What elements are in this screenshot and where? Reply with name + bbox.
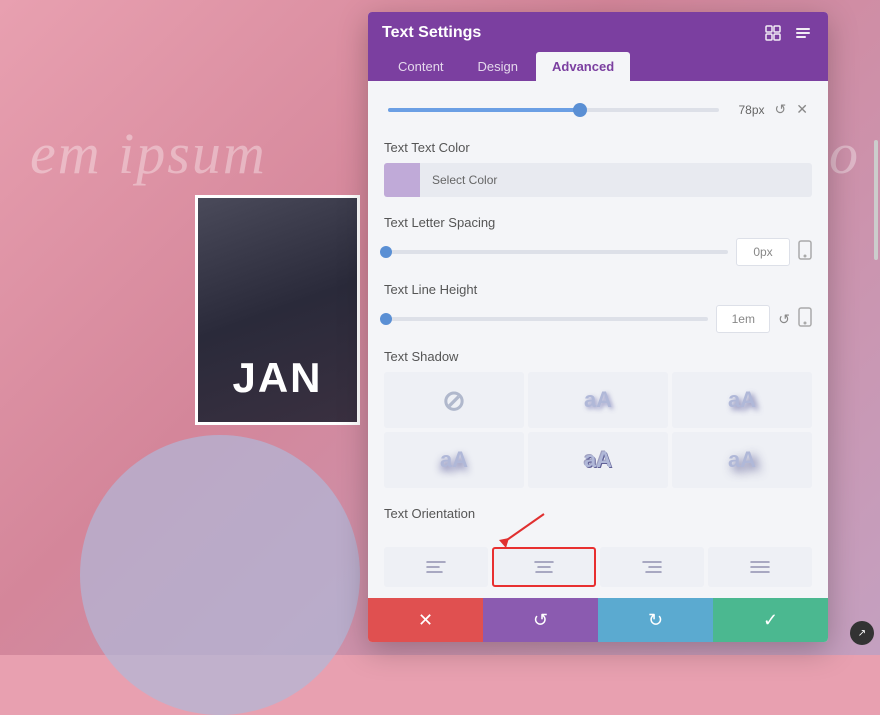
- shadow-none[interactable]: ⊘: [384, 372, 524, 428]
- orientation-cell-2[interactable]: [492, 547, 596, 587]
- line-height-input[interactable]: [716, 305, 770, 333]
- letter-spacing-label: Text Letter Spacing: [384, 215, 812, 230]
- line-height-row: ↺: [384, 305, 812, 333]
- letter-spacing-row: [384, 238, 812, 266]
- shadow-cell-3[interactable]: aA: [384, 432, 524, 488]
- bottom-bar: ✕ ↺ ↻ ✓: [368, 598, 828, 642]
- bg-text-left: em ipsum: [30, 120, 267, 187]
- panel-body: 78px ↺ ✕ Text Text Color Select Color Te…: [368, 81, 828, 598]
- color-swatch[interactable]: [384, 163, 420, 197]
- line-height-label: Text Line Height: [384, 282, 812, 297]
- tab-design[interactable]: Design: [462, 52, 534, 81]
- letter-spacing-mobile-icon[interactable]: [798, 240, 812, 265]
- corner-icon[interactable]: ↗: [850, 621, 874, 645]
- letter-spacing-input[interactable]: [736, 238, 790, 266]
- text-orientation-label: Text Orientation: [384, 506, 812, 521]
- orientation-cell-3[interactable]: [600, 547, 704, 587]
- orientation-grid: [384, 547, 812, 587]
- tab-content[interactable]: Content: [382, 52, 460, 81]
- shadow-cell-5[interactable]: aA: [672, 432, 812, 488]
- line-height-reset-icon[interactable]: ↺: [778, 311, 790, 328]
- shadow-cell-4[interactable]: aA: [528, 432, 668, 488]
- top-slider-value: 78px: [729, 103, 765, 117]
- panel-title: Text Settings: [382, 24, 481, 42]
- select-color-button[interactable]: Select Color: [420, 163, 812, 197]
- save-button[interactable]: ✓: [713, 598, 828, 642]
- line-height-mobile-icon[interactable]: [798, 307, 812, 332]
- top-slider-reset-icon[interactable]: ↺: [775, 101, 787, 118]
- text-color-section: Text Text Color Select Color: [384, 140, 812, 197]
- color-row: Select Color: [384, 163, 812, 197]
- text-shadow-section: Text Shadow ⊘ aA aA aA: [384, 349, 812, 488]
- shadow-grid: ⊘ aA aA aA aA a: [384, 372, 812, 488]
- panel-header: Text Settings: [368, 12, 828, 81]
- image-card-text: JAN: [232, 354, 322, 402]
- text-shadow-label: Text Shadow: [384, 349, 812, 364]
- text-color-label: Text Text Color: [384, 140, 812, 155]
- scroll-indicator: [874, 140, 878, 260]
- shadow-cell-1[interactable]: aA: [528, 372, 668, 428]
- panel-tabs: Content Design Advanced: [382, 52, 814, 81]
- redo-button[interactable]: ↻: [598, 598, 713, 642]
- expand-icon[interactable]: [762, 22, 784, 44]
- line-height-slider[interactable]: [384, 317, 708, 321]
- top-slider-close-icon[interactable]: ✕: [796, 101, 808, 118]
- grid-icon[interactable]: [792, 22, 814, 44]
- letter-spacing-slider[interactable]: [384, 250, 728, 254]
- text-orientation-section: Text Orientation: [384, 506, 812, 587]
- panel-header-icons: [762, 22, 814, 44]
- shadow-cell-2[interactable]: aA: [672, 372, 812, 428]
- text-settings-panel: Text Settings: [368, 12, 828, 642]
- reset-button[interactable]: ↺: [483, 598, 598, 642]
- top-slider-row: 78px ↺ ✕: [384, 95, 812, 124]
- cancel-button[interactable]: ✕: [368, 598, 483, 642]
- tab-advanced[interactable]: Advanced: [536, 52, 630, 81]
- line-height-section: Text Line Height ↺: [384, 282, 812, 333]
- image-card: JAN: [195, 195, 360, 425]
- bg-circle: [80, 435, 360, 715]
- letter-spacing-section: Text Letter Spacing: [384, 215, 812, 266]
- orientation-cell-4[interactable]: [708, 547, 812, 587]
- top-slider-track[interactable]: [388, 108, 719, 112]
- orientation-cell-1[interactable]: [384, 547, 488, 587]
